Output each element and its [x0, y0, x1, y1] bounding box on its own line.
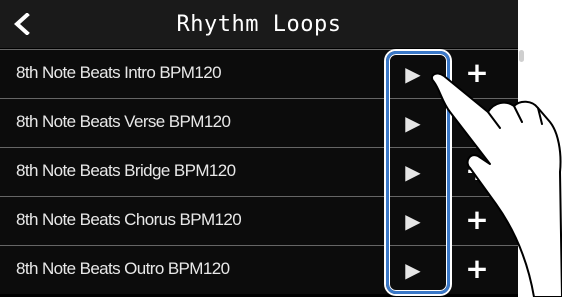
list-item: 8th Note Beats Chorus BPM120 ▶ + — [0, 196, 518, 245]
plus-icon: + — [465, 154, 489, 187]
add-button[interactable]: + — [464, 252, 490, 285]
plus-icon: + — [465, 105, 489, 138]
play-button[interactable]: ▶ — [400, 61, 426, 87]
play-button[interactable]: ▶ — [400, 257, 426, 283]
title-bar: Rhythm Loops — [0, 0, 518, 48]
play-icon: ▶ — [405, 111, 421, 135]
add-button[interactable]: + — [464, 203, 490, 236]
play-button[interactable]: ▶ — [400, 110, 426, 136]
loop-name: 8th Note Beats Chorus BPM120 — [16, 210, 242, 229]
list-item: 8th Note Beats Outro BPM120 ▶ + — [0, 245, 518, 294]
list-item: 8th Note Beats Bridge BPM120 ▶ + — [0, 147, 518, 196]
loop-name: 8th Note Beats Intro BPM120 — [16, 63, 222, 82]
device-screen: Rhythm Loops 8th Note Beats Intro BPM120… — [0, 0, 518, 297]
play-button[interactable]: ▶ — [400, 208, 426, 234]
rhythm-loop-list: 8th Note Beats Intro BPM120 ▶ + 8th Note… — [0, 49, 518, 294]
loop-name: 8th Note Beats Bridge BPM120 — [16, 161, 236, 180]
list-item: 8th Note Beats Intro BPM120 ▶ + — [0, 49, 518, 98]
play-button[interactable]: ▶ — [400, 159, 426, 185]
loop-name: 8th Note Beats Verse BPM120 — [16, 112, 231, 131]
play-icon: ▶ — [405, 62, 421, 86]
play-icon: ▶ — [405, 160, 421, 184]
list-item: 8th Note Beats Verse BPM120 ▶ + — [0, 98, 518, 147]
loop-name: 8th Note Beats Outro BPM120 — [16, 259, 230, 278]
add-button[interactable]: + — [464, 154, 490, 187]
scrollbar-indicator[interactable] — [519, 50, 524, 62]
plus-icon: + — [465, 252, 489, 285]
play-icon: ▶ — [405, 209, 421, 233]
add-button[interactable]: + — [464, 105, 490, 138]
page-title: Rhythm Loops — [176, 12, 342, 37]
plus-icon: + — [465, 56, 489, 89]
add-button[interactable]: + — [464, 56, 490, 89]
play-icon: ▶ — [405, 258, 421, 282]
plus-icon: + — [465, 203, 489, 236]
